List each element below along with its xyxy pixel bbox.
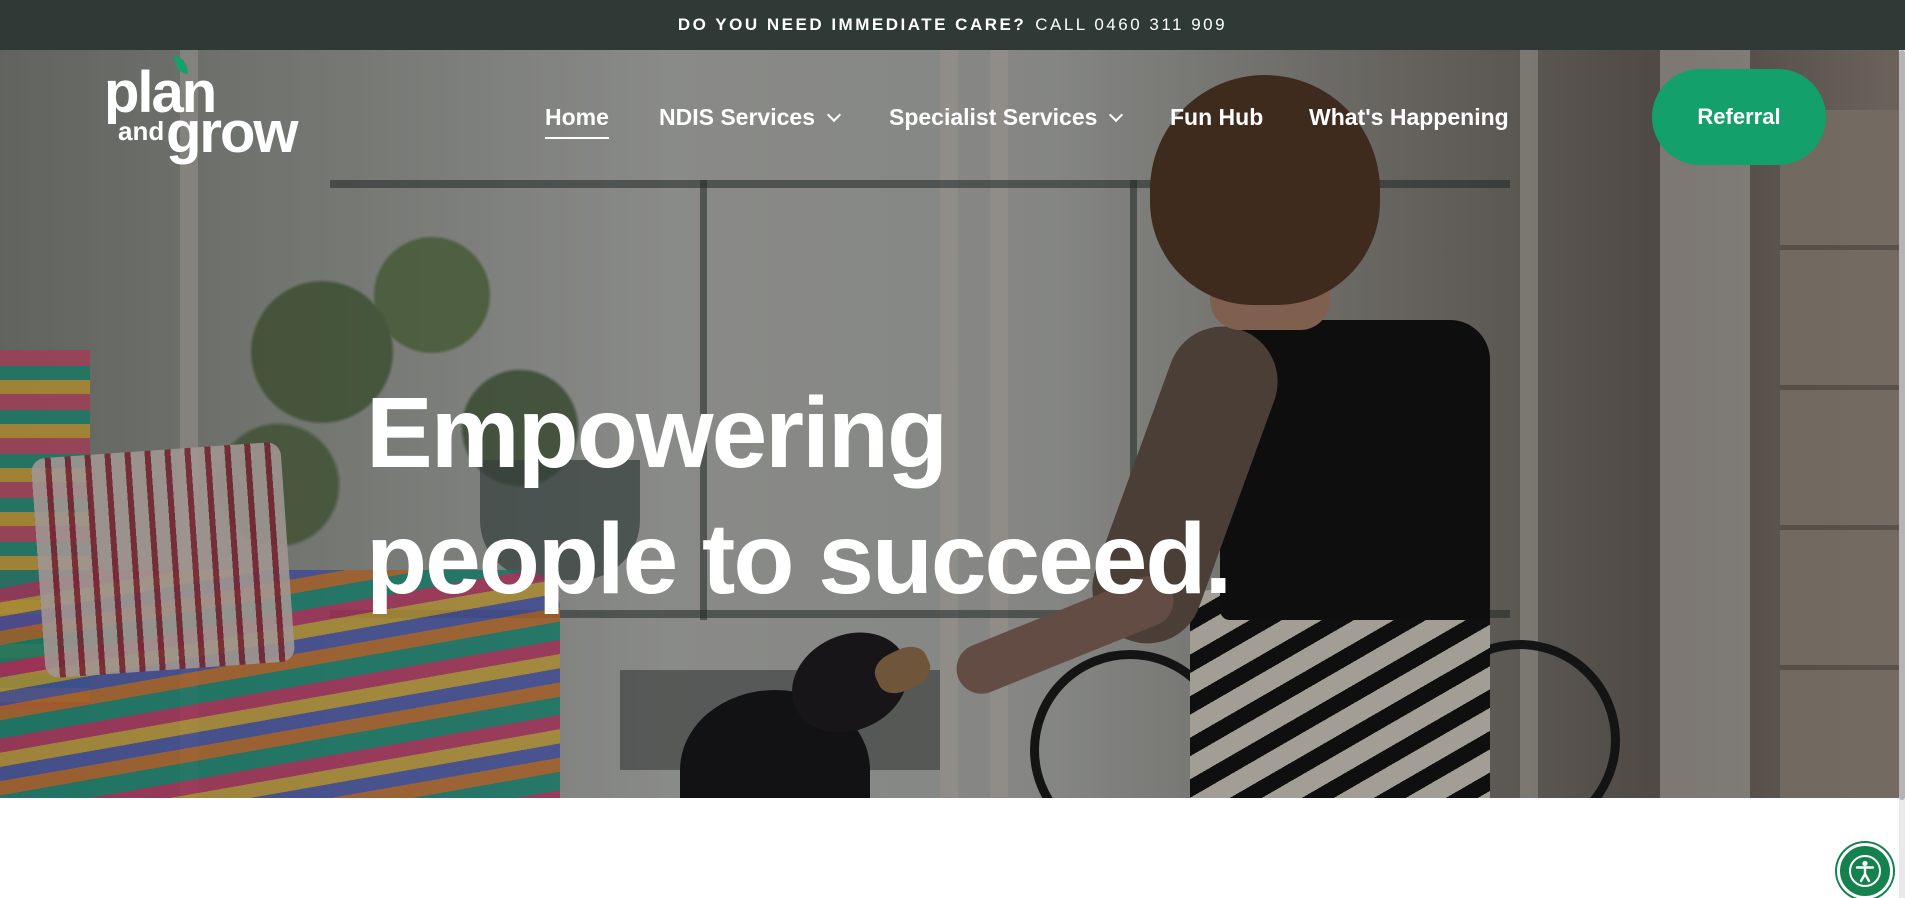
announcement-bar: DO YOU NEED IMMEDIATE CARE? CALL 0460 31… xyxy=(0,0,1905,50)
logo-word-and: and xyxy=(118,116,165,146)
accessibility-button[interactable] xyxy=(1837,843,1893,898)
chevron-down-icon xyxy=(1109,107,1124,122)
immediate-care-question: DO YOU NEED IMMEDIATE CARE? xyxy=(677,15,1027,34)
nav-ndis-services[interactable]: NDIS Services xyxy=(659,104,842,131)
scrollbar-thumb[interactable] xyxy=(1899,50,1905,800)
nav-whats-happening-label: What's Happening xyxy=(1309,104,1509,130)
nav-fun-hub[interactable]: Fun Hub xyxy=(1170,104,1263,131)
nav-home-label: Home xyxy=(545,104,609,130)
nav-home[interactable]: Home xyxy=(545,104,609,139)
nav-ndis-services-label: NDIS Services xyxy=(659,104,815,130)
nav-whats-happening[interactable]: What's Happening xyxy=(1309,104,1509,131)
chevron-down-icon xyxy=(826,107,842,122)
accessibility-person-icon xyxy=(1849,855,1881,887)
hero-headline-line1: Empowering xyxy=(366,377,948,489)
logo-word-grow: grow xyxy=(166,100,299,165)
nav-specialist-services[interactable]: Specialist Services xyxy=(889,104,1124,131)
hero-headline-line2: people to succeed. xyxy=(366,503,1232,615)
call-phone-link[interactable]: CALL 0460 311 909 xyxy=(1035,15,1227,35)
hero-headline: Empowering people to succeed. xyxy=(366,370,1232,622)
nav-specialist-services-label: Specialist Services xyxy=(889,104,1098,130)
site-logo[interactable]: plan and grow xyxy=(104,56,304,184)
referral-button[interactable]: Referral xyxy=(1652,69,1826,165)
nav-fun-hub-label: Fun Hub xyxy=(1170,104,1264,130)
